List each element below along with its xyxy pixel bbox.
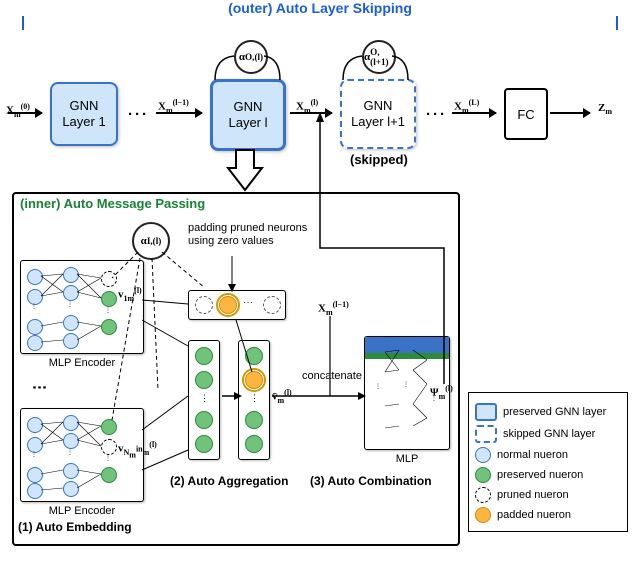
gnn-layer-l: GNN Layer l xyxy=(210,79,286,151)
legend-swatch-preserved xyxy=(475,467,491,483)
legend-preserved-layer: preserved GNN layer xyxy=(475,403,621,421)
arrow-xlm1 xyxy=(156,112,202,114)
outer-title: (outer) Auto Layer Skipping xyxy=(0,0,640,16)
legend-text: pruned nueron xyxy=(497,489,569,501)
zm-label: Zm xyxy=(598,102,612,116)
v1-label: v1m(l) xyxy=(118,286,142,303)
agg-box-col2: ⋮ xyxy=(238,340,270,460)
alpha-O-l: αO,(l) xyxy=(234,40,268,74)
mlp-encoder-1: ⋮ ⋮ ⋮ MLP Encoder xyxy=(20,260,144,354)
alpha-I-l: αI,(l) xyxy=(132,222,170,260)
legend-normal-neuron: normal nueron xyxy=(475,447,621,463)
gnnl-l1: GNN xyxy=(234,99,263,115)
mlp-comb-label: MLP xyxy=(365,453,449,465)
legend-swatch-skipped-layer xyxy=(475,425,497,443)
skipped-label: (skipped) xyxy=(350,152,408,167)
legend-text: padded nueron xyxy=(497,509,571,521)
outer-bracket xyxy=(22,14,618,30)
mlp-encoder-1-label: MLP Encoder xyxy=(21,357,143,369)
x0-label: Xm(0) xyxy=(6,102,30,119)
diagram-canvas: (outer) Auto Layer Skipping Xm(0) GNN La… xyxy=(0,0,640,568)
concat-hint: concatenate xyxy=(302,370,362,382)
outer-pipeline: Xm(0) GNN Layer 1 ··· Xm(l−1) GNN Layer … xyxy=(6,76,634,150)
vN-label: vNminm(l) xyxy=(118,440,157,459)
legend-text: normal nueron xyxy=(497,449,568,461)
psi-label: Ψm(l) xyxy=(430,384,453,401)
section-1-label: (1) Auto Embedding xyxy=(18,520,132,534)
arrow-x0 xyxy=(8,112,42,114)
vbar-label: v̄m(l) xyxy=(272,388,292,405)
gnn-layer-lp1-skipped: GNN Layer l+1 xyxy=(340,79,416,149)
section-2-label: (2) Auto Aggregation xyxy=(170,474,288,488)
legend-text: skipped GNN layer xyxy=(503,428,595,440)
xconcat-label: Xm(l−1) xyxy=(318,300,349,317)
encoder-vdots: ⋮ xyxy=(30,380,48,397)
legend-swatch-padded xyxy=(475,507,491,523)
legend-padded-neuron: padded nueron xyxy=(475,507,621,523)
arrow-xL xyxy=(452,112,496,114)
legend-skipped-layer: skipped GNN layer xyxy=(475,425,621,443)
arrow-zm xyxy=(550,112,590,114)
alpha-O-lp1: αO,(l+1) xyxy=(362,40,396,74)
gnn-layer-1: GNN Layer 1 xyxy=(50,82,118,146)
fc-box: FC xyxy=(504,88,548,140)
gnnlp1-l1: GNN xyxy=(364,98,393,114)
legend-text: preserved GNN layer xyxy=(503,406,606,418)
legend-preserved-neuron: preserved nueron xyxy=(475,467,621,483)
padding-hint: padding pruned neurons using zero values xyxy=(188,222,307,248)
arrow-xl xyxy=(290,112,332,114)
gnn1-l2: Layer 1 xyxy=(62,114,105,130)
inner-title: (inner) Auto Message Passing xyxy=(20,196,205,211)
gnnlp1-l2: Layer l+1 xyxy=(351,114,405,130)
legend: preserved GNN layer skipped GNN layer no… xyxy=(468,392,628,532)
gnn1-l1: GNN xyxy=(70,98,99,114)
outer-title-text: (outer) Auto Layer Skipping xyxy=(222,0,418,16)
legend-pruned-neuron: pruned nueron xyxy=(475,487,621,503)
dots-2: ··· xyxy=(426,106,447,123)
mlp-encoder-2-label: MLP Encoder xyxy=(21,505,143,517)
agg-box-col1: ⋮ xyxy=(188,340,220,460)
legend-text: preserved nueron xyxy=(497,469,583,481)
legend-swatch-normal xyxy=(475,447,491,463)
section-3-label: (3) Auto Combination xyxy=(310,474,432,488)
legend-swatch-preserved-layer xyxy=(475,403,497,421)
legend-swatch-pruned xyxy=(475,487,491,503)
agg-box-padded: ··· xyxy=(188,290,286,320)
gnnl-l2: Layer l xyxy=(228,115,267,131)
dots-1: ··· xyxy=(128,106,149,123)
